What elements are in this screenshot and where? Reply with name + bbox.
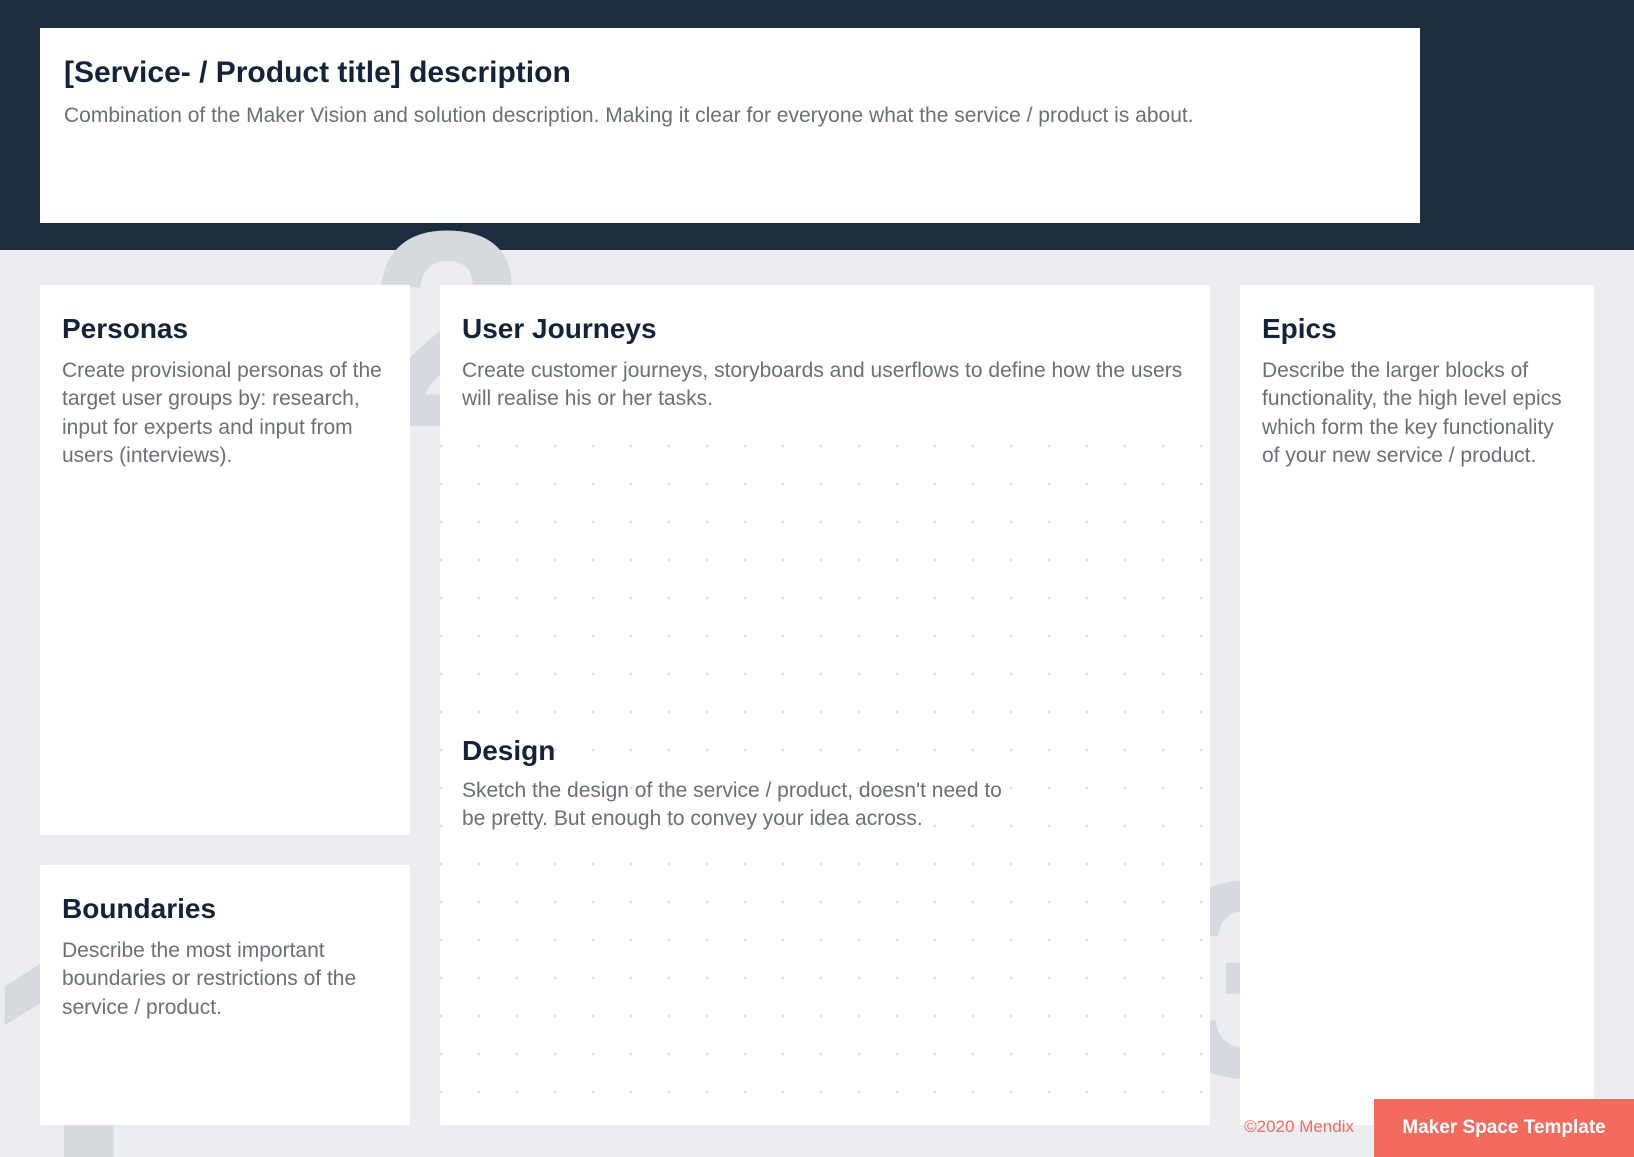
card-epics: Epics Describe the larger blocks of func… xyxy=(1240,285,1594,1125)
template-page: Make [Service- / Product title] descript… xyxy=(0,0,1634,1157)
body-area: 1 2 3 Personas Create provisional person… xyxy=(0,250,1634,1157)
card-design-body: Sketch the design of the service / produ… xyxy=(462,777,1022,834)
card-epics-body: Describe the larger blocks of functional… xyxy=(1262,357,1574,470)
design-block: Design Sketch the design of the service … xyxy=(462,735,1022,834)
header-bar: [Service- / Product title] description C… xyxy=(0,0,1634,250)
card-user-journeys: User Journeys Create customer journeys, … xyxy=(440,285,1210,1125)
page-title: [Service- / Product title] description xyxy=(64,56,1396,90)
card-boundaries: Boundaries Describe the most important b… xyxy=(40,865,410,1125)
card-personas-title: Personas xyxy=(62,313,390,345)
page-subtitle: Combination of the Maker Vision and solu… xyxy=(64,102,1396,130)
card-boundaries-title: Boundaries xyxy=(62,893,390,925)
card-personas-body: Create provisional personas of the targe… xyxy=(62,357,390,470)
copyright-text: ©2020 Mendix xyxy=(1244,1117,1354,1137)
card-design-title: Design xyxy=(462,735,1022,767)
footer-badge-label: Maker Space Template xyxy=(1402,1117,1605,1139)
footer-badge: Maker Space Template xyxy=(1374,1099,1634,1157)
card-boundaries-body: Describe the most important boundaries o… xyxy=(62,937,390,1022)
header-card: [Service- / Product title] description C… xyxy=(40,28,1420,223)
card-user-journeys-body: Create customer journeys, storyboards an… xyxy=(462,357,1190,414)
card-epics-title: Epics xyxy=(1262,313,1574,345)
card-user-journeys-title: User Journeys xyxy=(462,313,1190,345)
card-personas: Personas Create provisional personas of … xyxy=(40,285,410,835)
